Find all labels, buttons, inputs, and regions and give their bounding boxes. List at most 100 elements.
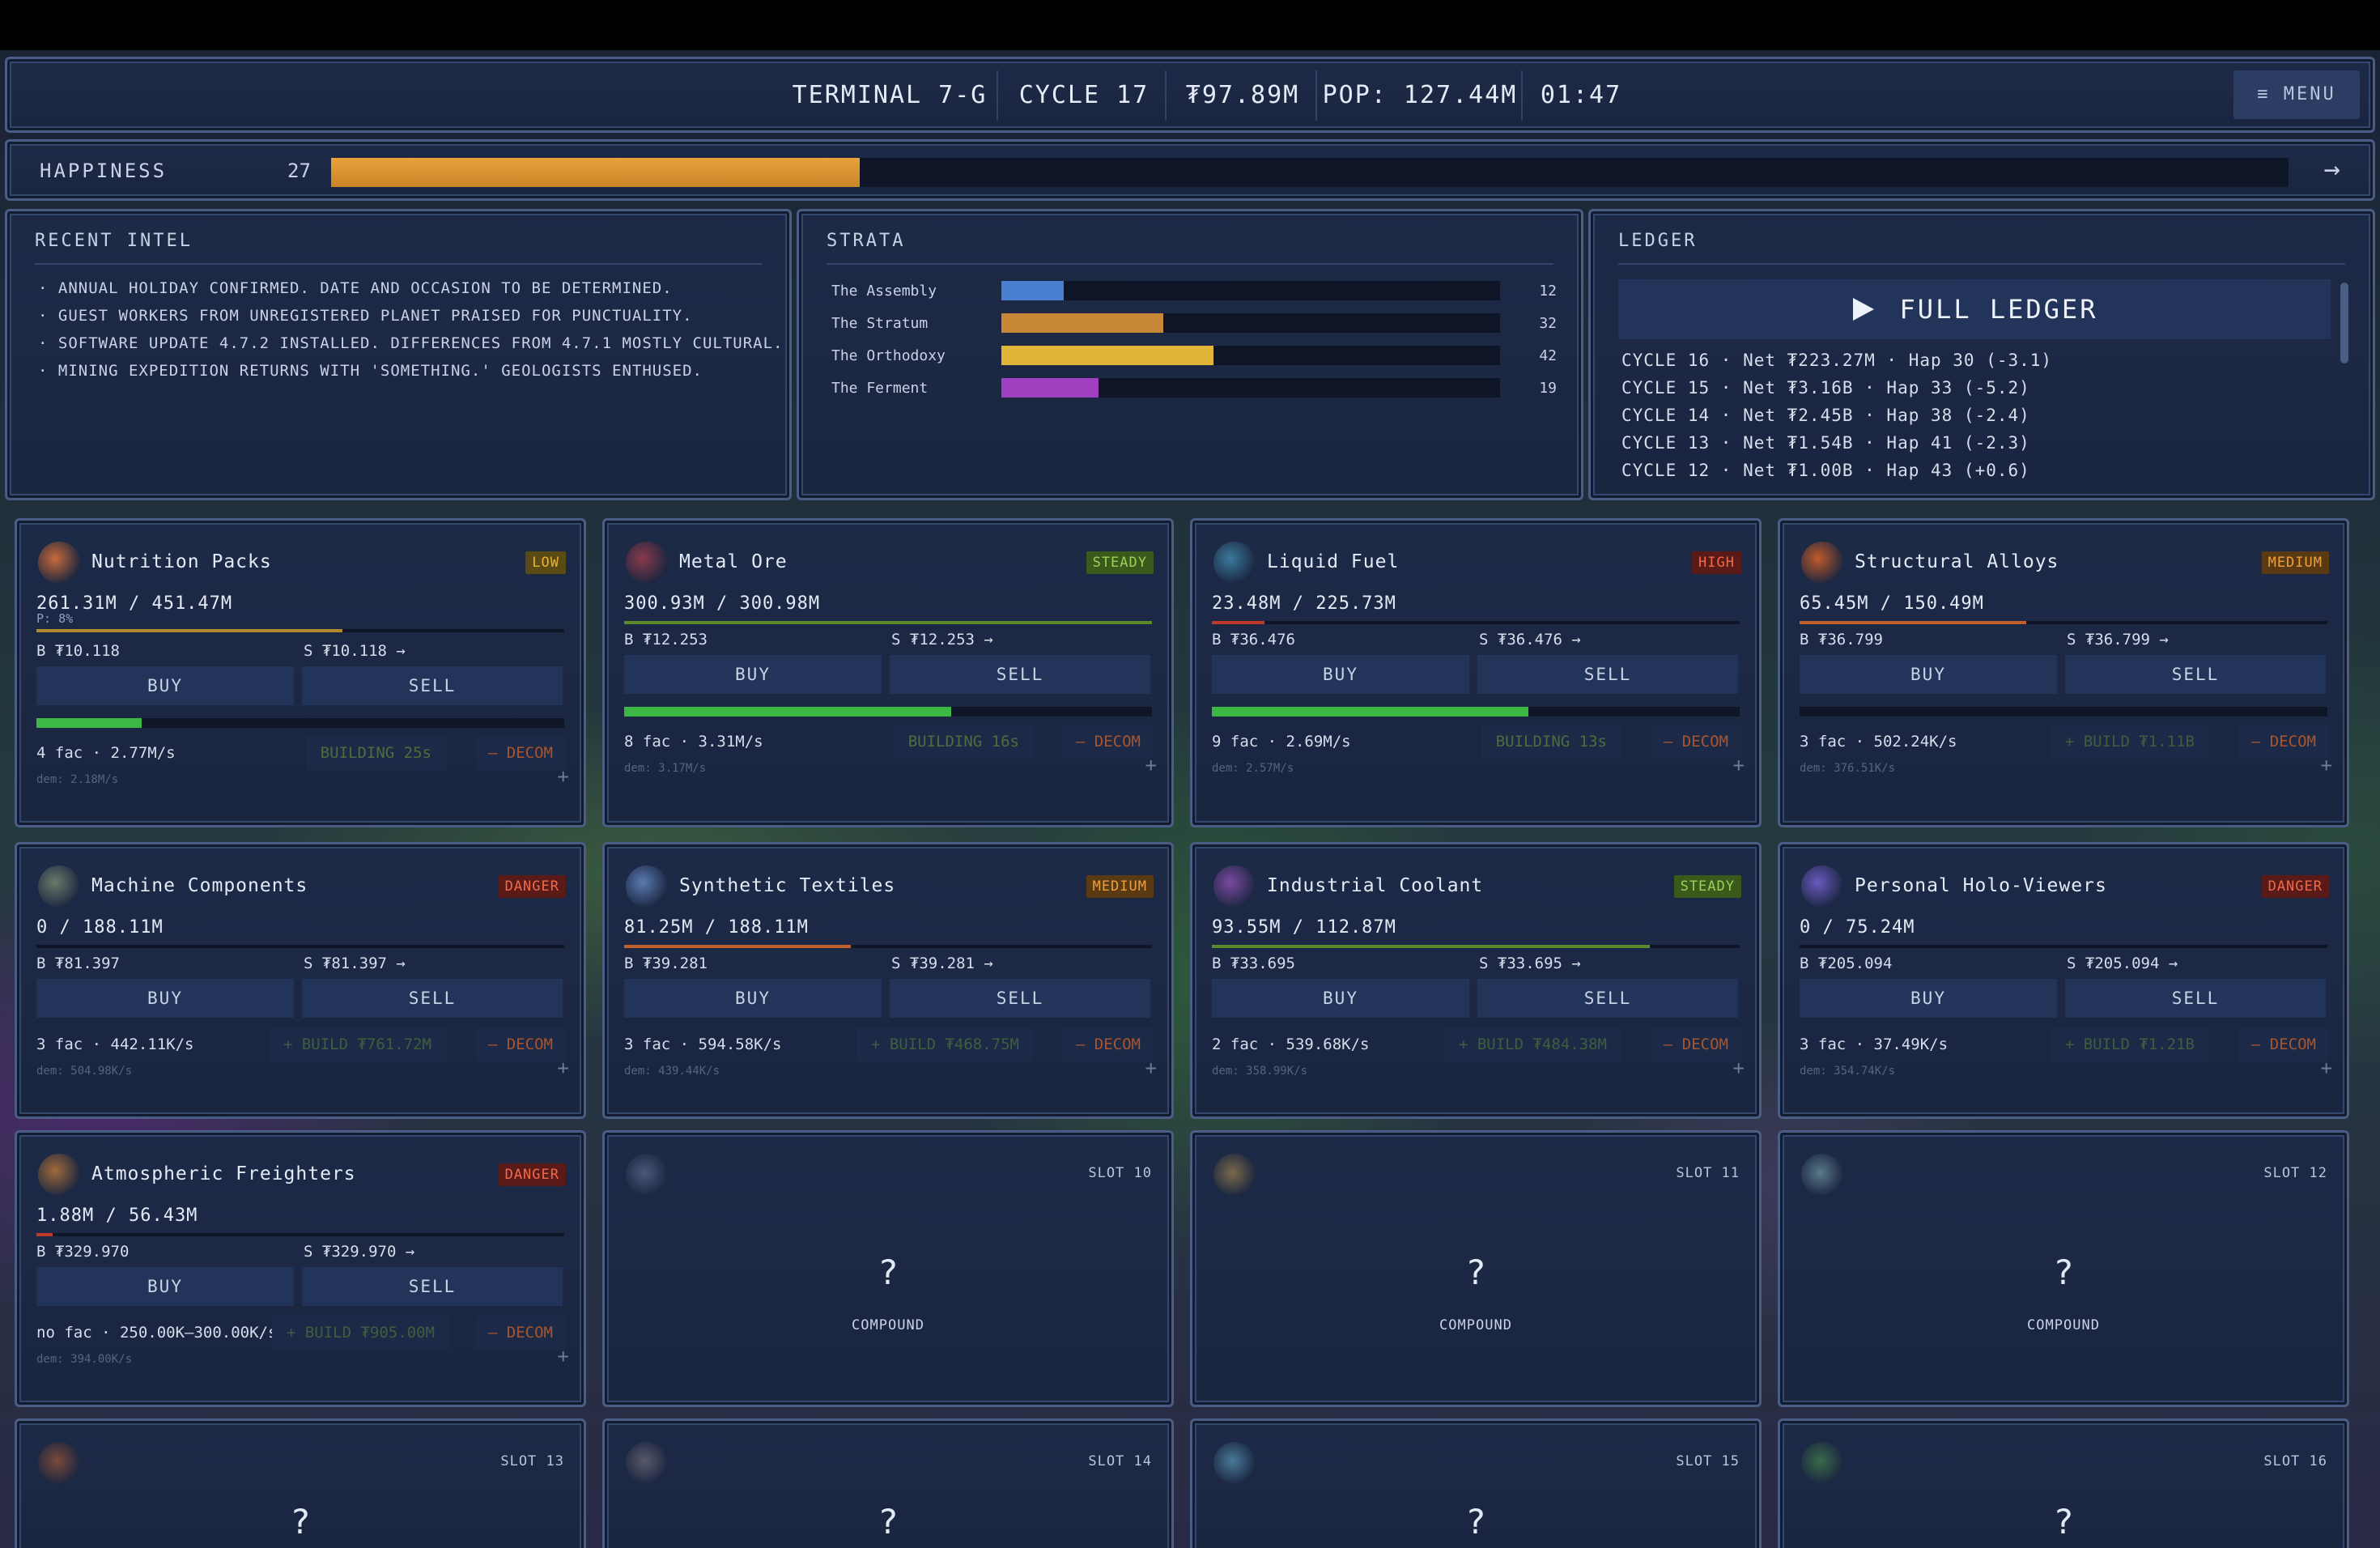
happiness-expand-arrow-icon[interactable]: → [2324,153,2340,185]
decom-button[interactable]: — DECOM [474,736,566,770]
expand-plus-icon[interactable]: + [558,1057,569,1079]
sell-button[interactable]: SELL [890,655,1150,694]
expand-plus-icon[interactable]: + [558,765,569,788]
sell-button[interactable]: SELL [1477,979,1738,1018]
production-fill [624,707,952,717]
expand-plus-icon[interactable]: + [1145,1057,1157,1079]
unknown-question-icon: ? [878,1252,899,1292]
buy-button[interactable]: BUY [1800,655,2057,694]
buy-price: B ₮36.799 [1800,631,1883,649]
facility-info: 9 fac · 2.69M/s [1212,733,1351,751]
production-track [36,718,564,728]
sell-button[interactable]: SELL [1477,655,1738,694]
decom-button[interactable]: — DECOM [1650,725,1741,759]
sell-price: S ₮12.253 → [891,631,993,649]
liquid-fuel-icon [1213,542,1256,584]
sell-button[interactable]: SELL [2065,979,2326,1018]
ledger-row: CYCLE 13 · Net ₮1.54B · Hap 41 (-2.3) [1621,433,2030,453]
sell-price: S ₮10.118 → [304,642,406,660]
price-modifier: P: 8% [36,611,74,626]
decom-button[interactable]: — DECOM [2238,725,2329,759]
strata-track [1001,313,1500,333]
buy-button[interactable]: BUY [1212,655,1469,694]
empty-slot-card[interactable]: SLOT 11 ? COMPOUND [1190,1130,1762,1407]
build-button[interactable]: BUILDING 16s [893,725,1034,759]
buy-button[interactable]: BUY [1800,979,2057,1018]
happiness-value: 27 [287,159,311,182]
build-button[interactable]: + BUILD ₮484.38M [1443,1027,1621,1061]
build-button[interactable]: + BUILD ₮761.72M [268,1027,446,1061]
stock-amount: 300.93M / 300.98M [624,593,821,614]
stock-amount: 0 / 75.24M [1800,917,1915,938]
buy-price: B ₮39.281 [624,955,708,972]
decom-button[interactable]: — DECOM [2238,1027,2329,1061]
decom-button[interactable]: — DECOM [1062,725,1154,759]
strata-row: The Ferment 19 [831,376,1557,401]
build-button[interactable]: BUILDING 13s [1481,725,1621,759]
sell-button[interactable]: SELL [302,666,563,705]
buy-button[interactable]: BUY [36,1267,294,1306]
panel-title: RECENT INTEL [35,231,193,251]
status-badge: LOW [525,551,566,574]
build-button[interactable]: BUILDING 25s [305,736,446,770]
build-button[interactable]: + BUILD ₮468.75M [856,1027,1034,1061]
stock-fill [36,629,343,632]
synthetic-textiles-icon [626,865,668,908]
status-badge: DANGER [498,875,566,898]
sell-button[interactable]: SELL [302,979,563,1018]
status-badge: MEDIUM [2261,551,2329,574]
unknown-question-icon: ? [2053,1252,2074,1292]
empty-slot-card[interactable]: SLOT 10 ? COMPOUND [602,1130,1174,1407]
buy-button[interactable]: BUY [36,666,294,705]
ledger-scrollbar[interactable] [2340,283,2348,364]
buy-button[interactable]: BUY [36,979,294,1018]
sell-button[interactable]: SELL [302,1267,563,1306]
buy-button[interactable]: BUY [1212,979,1469,1018]
empty-slot-card[interactable]: SLOT 15 ? COMPOUND [1190,1418,1762,1548]
commodity-name: Liquid Fuel [1267,551,1400,572]
buy-price: B ₮10.118 [36,642,120,660]
empty-slot-card[interactable]: SLOT 12 ? COMPOUND [1778,1130,2349,1407]
strata-name: The Orthodoxy [831,347,946,364]
panel-title: LEDGER [1618,231,1698,251]
facility-info: 4 fac · 2.77M/s [36,744,176,762]
divider [827,263,1553,265]
expand-plus-icon[interactable]: + [1733,1057,1745,1079]
expand-plus-icon[interactable]: + [558,1345,569,1367]
sell-price: S ₮33.695 → [1479,955,1581,972]
build-button[interactable]: + BUILD ₮905.00M [271,1316,449,1350]
full-ledger-button[interactable]: FULL LEDGER [1618,279,2331,339]
sell-button[interactable]: SELL [890,979,1150,1018]
stock-amount: 65.45M / 150.49M [1800,593,1984,614]
slot-label: SLOT 13 [500,1453,564,1469]
decom-button[interactable]: — DECOM [1062,1027,1154,1061]
stock-track [36,945,564,948]
production-fill [36,718,142,728]
build-button[interactable]: + BUILD ₮1.11B [2050,725,2209,759]
commodity-card: Atmospheric Freighters DANGER 1.88M / 56… [15,1130,586,1407]
menu-button[interactable]: ≡ MENU [2233,70,2360,119]
expand-plus-icon[interactable]: + [2321,754,2332,776]
build-button[interactable]: + BUILD ₮1.21B [2050,1027,2209,1061]
sell-button[interactable]: SELL [2065,655,2326,694]
expand-plus-icon[interactable]: + [1145,754,1157,776]
decom-button[interactable]: — DECOM [474,1316,566,1350]
decom-button[interactable]: — DECOM [1650,1027,1741,1061]
facility-info: no fac · 250.00K—300.00K/s [36,1324,278,1342]
decom-button[interactable]: — DECOM [474,1027,566,1061]
commodity-card: Metal Ore STEADY 300.93M / 300.98M B ₮12… [602,518,1174,827]
slot-label: SLOT 10 [1088,1165,1152,1181]
slot-label: SLOT 16 [2263,1453,2327,1469]
expand-plus-icon[interactable]: + [2321,1057,2332,1079]
slot-12-icon [1801,1154,1843,1196]
buy-price: B ₮329.970 [36,1243,130,1261]
expand-plus-icon[interactable]: + [1733,754,1745,776]
stock-amount: 81.25M / 188.11M [624,917,809,938]
happiness-fill [331,158,860,187]
buy-button[interactable]: BUY [624,979,882,1018]
empty-slot-card[interactable]: SLOT 16 ? COMPOUND [1778,1418,2349,1548]
buy-button[interactable]: BUY [624,655,882,694]
empty-slot-card[interactable]: SLOT 14 ? COMPOUND [602,1418,1174,1548]
empty-slot-card[interactable]: SLOT 13 ? COMPOUND [15,1418,586,1548]
stock-track [36,1233,564,1236]
